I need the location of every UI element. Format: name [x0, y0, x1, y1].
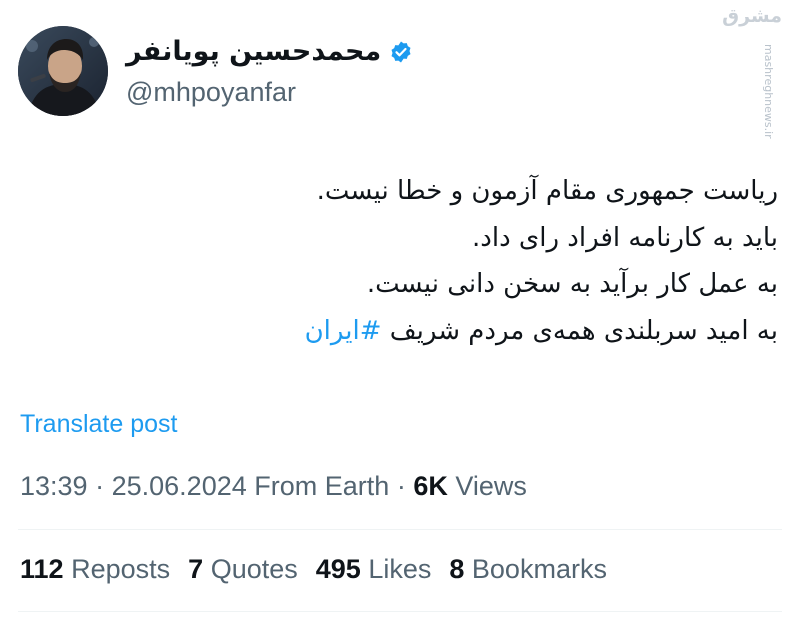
- tweet-line: به عمل کار برآید به سخن دانی نیست.: [366, 269, 778, 299]
- quotes-stat[interactable]: 7 Quotes: [188, 554, 298, 585]
- tweet-text: ریاست جمهوری مقام آزمون و خطا نیست. باید…: [18, 168, 778, 354]
- tweet-line-last: به امید سربلندی همه‌ی مردم شریف #ایران: [18, 308, 778, 355]
- avatar-image: [18, 26, 108, 116]
- post-source: From Earth: [254, 471, 390, 501]
- tweet-detail: محمدحسین پویانفر @mhpoyanfar مشرق mashre…: [0, 0, 800, 617]
- quotes-count: 7: [188, 554, 204, 584]
- views-label: Views: [455, 471, 527, 501]
- likes-label: Likes: [368, 554, 432, 584]
- post-date[interactable]: 25.06.2024: [112, 471, 247, 501]
- divider: [18, 529, 782, 530]
- avatar[interactable]: [18, 26, 108, 116]
- meta-separator: ·: [95, 471, 105, 501]
- likes-count: 495: [315, 554, 361, 584]
- divider: [18, 611, 782, 612]
- author-handle[interactable]: @mhpoyanfar: [126, 74, 556, 110]
- hashtag-link[interactable]: #ایران: [305, 316, 382, 346]
- tweet-line: ریاست جمهوری مقام آزمون و خطا نیست.: [316, 176, 778, 206]
- likes-stat[interactable]: 495 Likes: [316, 554, 432, 585]
- bookmarks-stat[interactable]: 8 Bookmarks: [449, 554, 607, 585]
- bookmarks-count: 8: [449, 554, 465, 584]
- bookmarks-label: Bookmarks: [471, 554, 607, 584]
- translate-post-link[interactable]: Translate post: [20, 410, 177, 439]
- verified-badge-icon: [389, 40, 413, 64]
- meta-separator: ·: [396, 471, 406, 501]
- tweet-line-last-text: به امید سربلندی همه‌ی مردم شریف: [381, 315, 778, 346]
- watermark: مشرق mashreghnews.ir: [722, 5, 782, 139]
- reposts-count: 112: [20, 554, 64, 584]
- reposts-stat[interactable]: 112 Reposts: [20, 554, 170, 585]
- quotes-label: Quotes: [210, 554, 298, 584]
- watermark-url: mashreghnews.ir: [762, 44, 775, 139]
- post-meta: 13:39 · 25.06.2024 From Earth · 6K Views: [20, 471, 527, 502]
- author-display-name[interactable]: محمدحسین پویانفر: [126, 34, 381, 70]
- views-count: 6K: [413, 471, 448, 501]
- author-name-row: محمدحسین پویانفر: [126, 32, 556, 72]
- watermark-logo: مشرق: [722, 5, 782, 27]
- author-block: محمدحسین پویانفر @mhpoyanfar: [126, 32, 556, 110]
- post-time[interactable]: 13:39: [20, 471, 88, 501]
- tweet-line: باید به کارنامه افراد رای داد.: [472, 222, 778, 253]
- reposts-label: Reposts: [71, 554, 171, 584]
- engagement-stats: 112 Reposts 7 Quotes 495 Likes 8 Bookmar…: [20, 554, 625, 585]
